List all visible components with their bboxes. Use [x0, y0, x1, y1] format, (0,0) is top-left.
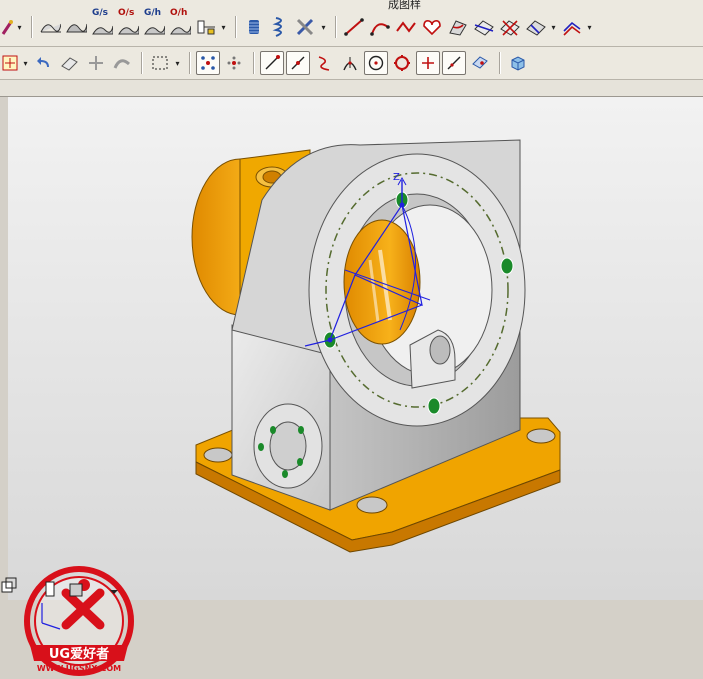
bearing-housing-model[interactable]: Z: [8, 97, 703, 600]
layer-icon[interactable]: [45, 581, 55, 597]
bottom-mini-toolbar: [0, 576, 130, 600]
snap-point-on-surface-icon[interactable]: [468, 51, 492, 75]
dropdown-arrow-icon[interactable]: ▾: [320, 15, 327, 39]
tools-icon[interactable]: [294, 15, 318, 39]
snap-control-point-icon[interactable]: [312, 51, 336, 75]
eraser-icon[interactable]: [58, 51, 82, 75]
cube-view-icon[interactable]: [506, 51, 530, 75]
dropdown-arrow-icon[interactable]: ▾: [16, 15, 23, 39]
heart-curve-icon[interactable]: [420, 15, 444, 39]
dropdown-arrow-icon[interactable]: ▾: [174, 51, 181, 75]
offset-hidden-label: O/h: [170, 8, 188, 18]
snap-intersection-icon[interactable]: [338, 51, 362, 75]
snap-grid-icon[interactable]: [222, 51, 246, 75]
graphics-window[interactable]: Z UG爱好者 WWW.UGSNX.COM: [0, 97, 703, 676]
offset-label: O/s: [118, 8, 135, 18]
move-object-icon[interactable]: [84, 51, 108, 75]
gap-hidden-icon[interactable]: G/h: [142, 8, 166, 39]
curve-object-icon[interactable]: [110, 51, 134, 75]
spring-icon[interactable]: [268, 15, 292, 39]
snap-midpoint-icon[interactable]: [286, 51, 310, 75]
brush-icon[interactable]: [0, 15, 14, 39]
snap-all-points-icon[interactable]: [196, 51, 220, 75]
gap-hidden-label: G/h: [144, 8, 162, 18]
offset-continuity-icon[interactable]: O/s: [116, 8, 140, 39]
dropdown-arrow-icon[interactable]: ▾: [220, 15, 227, 39]
snap-point-on-curve-icon[interactable]: [442, 51, 466, 75]
surface-analysis-icon[interactable]: [38, 15, 62, 39]
toolbar-top: 成图样 ▾ G/s O/s G/h O/h ▾ ▾ ▾ ▾: [0, 0, 703, 47]
dropdown-arrow-icon[interactable]: ▾: [550, 15, 557, 39]
offset-hidden-icon[interactable]: O/h: [168, 8, 192, 39]
snap-arc-center-icon[interactable]: [364, 51, 388, 75]
undo-icon[interactable]: [32, 51, 56, 75]
intersection-curve-icon[interactable]: [498, 15, 522, 39]
snap-quadrant-icon[interactable]: [390, 51, 414, 75]
view-orientation-icon[interactable]: [1, 577, 17, 593]
watermark-url: WWW.UGSNX.COM: [37, 664, 121, 673]
display-mode-icon[interactable]: [69, 583, 118, 597]
section-curve-icon[interactable]: [472, 15, 496, 39]
project-curve-icon[interactable]: [524, 15, 548, 39]
toolbar-selection: ▾ ▾: [0, 47, 703, 80]
cylinder-icon[interactable]: [242, 15, 266, 39]
curve-on-surface-icon[interactable]: [446, 15, 470, 39]
draft-analysis-icon[interactable]: [194, 15, 218, 39]
snap-point-icon[interactable]: [0, 51, 20, 75]
spline-icon[interactable]: [394, 15, 418, 39]
watermark-brand: UG爱好者: [49, 646, 109, 662]
dropdown-arrow-icon[interactable]: ▾: [586, 15, 593, 39]
arc-icon[interactable]: [368, 15, 392, 39]
offset-curve-icon[interactable]: [560, 15, 584, 39]
snap-endpoint-icon[interactable]: [260, 51, 284, 75]
surface-shaded-icon[interactable]: [64, 15, 88, 39]
snap-existing-point-icon[interactable]: [416, 51, 440, 75]
window-title: 成图样: [388, 0, 421, 11]
selection-box-icon[interactable]: [148, 51, 172, 75]
gap-continuity-icon[interactable]: G/s: [90, 8, 114, 39]
z-axis-label: Z: [393, 172, 400, 183]
dropdown-arrow-icon[interactable]: ▾: [22, 51, 29, 75]
gap-label: G/s: [92, 8, 109, 18]
toolbar-divider: [0, 80, 703, 97]
line-icon[interactable]: [342, 15, 366, 39]
